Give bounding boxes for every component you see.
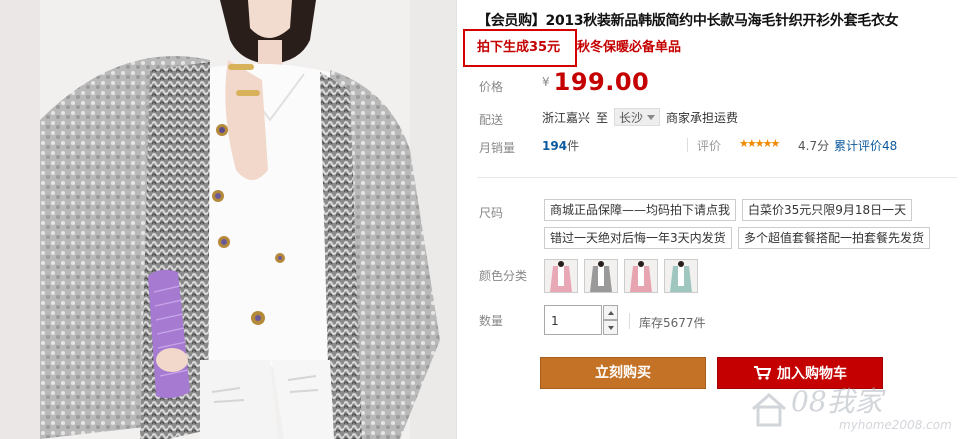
watermark-url: myhome2008.com [839, 418, 952, 432]
reviews-link[interactable]: 累计评价48 [834, 137, 897, 154]
star-rating-icon: ★★★★★ [739, 137, 780, 150]
city-dropdown[interactable]: 长沙 [614, 108, 661, 126]
stock-count: 库存5677件 [639, 316, 706, 330]
color-swatch-2[interactable] [584, 259, 618, 293]
sales-unit: 件 [567, 139, 580, 153]
sales-count: 194 [542, 139, 568, 153]
size-option-2[interactable]: 白菜价35元只限9月18日一天 [742, 199, 913, 221]
ship-to-word: 至 [596, 110, 609, 125]
buy-now-button[interactable]: 立刻购买 [540, 357, 706, 389]
ship-from: 浙江嘉兴 [542, 110, 591, 125]
promo-boxed-text: 拍下生成35元 [477, 40, 561, 55]
product-photo [0, 0, 456, 439]
color-swatch-1[interactable] [544, 259, 578, 293]
price-row: ¥199.00 [542, 68, 649, 96]
shipping-label: 配送 [479, 113, 504, 127]
promo-rest-text: 秋冬保暖必备单品 [577, 40, 682, 55]
product-info-panel: 【会员购】2013秋装新品韩版简约中长款马海毛针织开衫外套毛衣女 拍下生成35元… [457, 0, 962, 439]
chevron-up-icon [607, 310, 614, 315]
title-text: 2013秋装新品韩版简约中长款马海毛针织开衫外套毛衣女 [545, 13, 899, 29]
site-watermark: 08我家 myhome2008.com [747, 375, 957, 435]
shipping-note: 商家承担运费 [666, 110, 739, 125]
title-prefix: 【会员购】 [477, 13, 546, 29]
shipping-row: 浙江嘉兴 至 长沙 商家承担运费 [542, 108, 738, 126]
stock-separator [629, 313, 630, 329]
price-label: 价格 [479, 80, 504, 94]
sales-label: 月销量 [479, 141, 516, 155]
quantity-down-button[interactable] [603, 320, 618, 335]
rating-score: 4.7分 [798, 139, 830, 153]
watermark-brand: 08我家 [791, 385, 887, 418]
sales-separator [687, 138, 688, 152]
sales-row: 194件 评价 ★★★★★ 4.7分 累计评价48 [542, 137, 952, 154]
promo-line: 拍下生成35元 秋冬保暖必备单品 [477, 36, 681, 55]
quantity-up-button[interactable] [603, 305, 618, 320]
product-title: 【会员购】2013秋装新品韩版简约中长款马海毛针织开衫外套毛衣女 [477, 10, 957, 30]
quantity-input[interactable]: 1 [544, 305, 602, 335]
price-value: 199.00 [553, 68, 650, 96]
city-value: 长沙 [619, 110, 644, 125]
rating-label: 评价 [697, 139, 722, 153]
color-swatch-4[interactable] [664, 259, 698, 293]
color-swatch-3[interactable] [624, 259, 658, 293]
quantity-stepper [603, 305, 618, 335]
size-option-1[interactable]: 商城正品保障——均码拍下请点我 [544, 199, 737, 221]
size-option-3[interactable]: 错过一天绝对后悔一年3天内发货 [544, 227, 732, 249]
section-divider [477, 177, 957, 178]
quantity-label: 数量 [479, 314, 504, 328]
chevron-down-icon [647, 114, 656, 120]
currency-symbol: ¥ [542, 75, 550, 89]
size-option-4[interactable]: 多个超值套餐搭配一拍套餐先发货 [738, 227, 931, 249]
chevron-down-icon [607, 325, 614, 330]
color-label: 颜色分类 [479, 269, 528, 283]
size-label: 尺码 [479, 206, 504, 220]
